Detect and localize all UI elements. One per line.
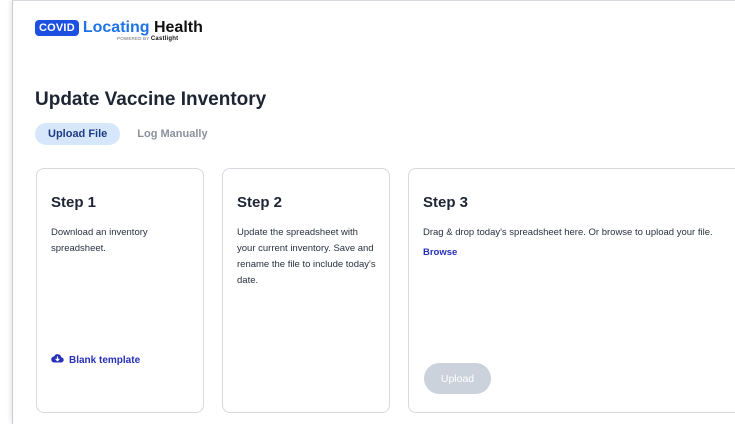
step-card-2: Step 2 Update the spreadsheet with your … (222, 168, 390, 413)
step-description: Download an inventory spreadsheet. (51, 227, 148, 254)
step-description: Update the spreadsheet with your current… (237, 227, 376, 286)
brand-logo[interactable]: COVID Locating Health (35, 19, 203, 37)
step-title: Step 1 (51, 194, 97, 211)
powered-by-label: POWERED BY Castlight (117, 36, 178, 42)
logo-wordmark: Locating Health (83, 19, 203, 37)
step-title: Step 3 (423, 194, 469, 211)
tab-log-manually[interactable]: Log Manually (124, 123, 220, 145)
cloud-download-icon (51, 353, 64, 367)
step-card-3-dropzone[interactable]: Step 3 Drag & drop today's spreadsheet h… (408, 168, 735, 413)
browse-link[interactable]: Browse (423, 247, 457, 258)
tab-bar: Upload File Log Manually (35, 123, 221, 145)
upload-button[interactable]: Upload (424, 363, 491, 394)
blank-template-label: Blank template (69, 354, 141, 366)
page-title: Update Vaccine Inventory (35, 89, 267, 110)
blank-template-link[interactable]: Blank template (51, 353, 140, 367)
step-title: Step 2 (237, 194, 283, 211)
step-card-1: Step 1 Download an inventory spreadsheet… (36, 168, 204, 413)
logo-word-health: Health (153, 19, 203, 36)
powered-by-brand: Castlight (150, 36, 179, 42)
logo-word-locating: Locating (82, 19, 150, 36)
tab-upload-file[interactable]: Upload File (35, 123, 121, 145)
step-description: Drag & drop today's spreadsheet here. Or… (423, 227, 713, 238)
logo-badge: COVID (35, 20, 79, 36)
powered-by-prefix: POWERED BY (117, 36, 150, 41)
app-window: COVID Locating Health POWERED BY Castlig… (12, 0, 735, 424)
